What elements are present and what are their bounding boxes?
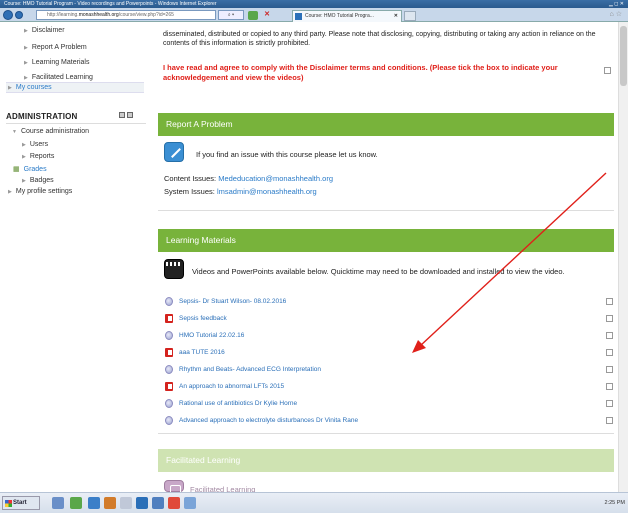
taskbar-app-icon[interactable] — [136, 497, 148, 509]
taskbar-app-icon[interactable] — [152, 497, 164, 509]
windows-taskbar: Start 2:25 PM — [0, 492, 628, 513]
taskbar-app-icon[interactable] — [70, 497, 82, 509]
scrollbar-thumb[interactable] — [620, 26, 627, 86]
annotation-arrow — [412, 172, 607, 353]
taskbar-app-icon[interactable] — [120, 497, 132, 509]
taskbar-app-icon[interactable] — [104, 497, 116, 509]
vertical-scrollbar[interactable] — [618, 22, 628, 492]
taskbar-app-icon[interactable] — [184, 497, 196, 509]
taskbar-app-icon[interactable] — [52, 497, 64, 509]
start-button[interactable]: Start — [2, 496, 40, 510]
system-tray-clock: 2:25 PM — [604, 500, 625, 506]
taskbar-app-icon[interactable] — [88, 497, 100, 509]
taskbar-app-icon[interactable] — [168, 497, 180, 509]
